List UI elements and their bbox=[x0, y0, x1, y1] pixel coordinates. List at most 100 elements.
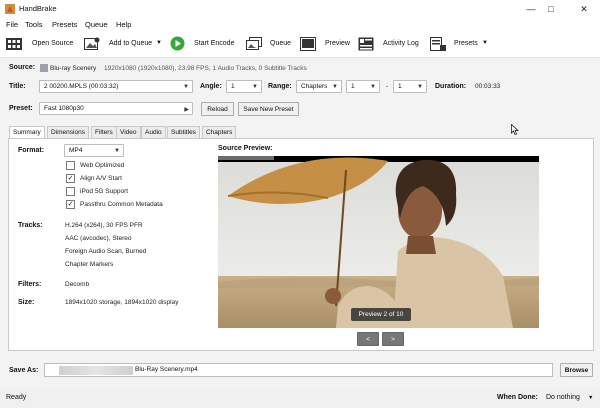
source-preview-image: Preview 2 of 10 bbox=[218, 156, 539, 328]
presets-dropdown-icon[interactable]: ▼ bbox=[482, 40, 488, 46]
filters-label: Filters: bbox=[18, 281, 42, 288]
source-label: Source: bbox=[9, 64, 36, 71]
chevron-down-icon: ▼ bbox=[332, 84, 338, 90]
ipod-5g-support-label: iPod 5G Support bbox=[80, 188, 129, 195]
tab-chapters[interactable]: Chapters bbox=[202, 126, 237, 138]
tracks-label: Tracks: bbox=[18, 222, 43, 229]
track-item: Chapter Markers bbox=[65, 261, 114, 268]
browse-button[interactable]: Browse bbox=[560, 363, 593, 377]
range-end-value: 1 bbox=[398, 83, 402, 90]
save-as-label: Save As: bbox=[9, 367, 39, 374]
chevron-down-icon: ▼ bbox=[417, 84, 423, 90]
next-preview-button[interactable]: > bbox=[382, 332, 404, 346]
save-as-input[interactable]: Blu-Ray Scenery.mp4 bbox=[44, 363, 553, 377]
preset-label: Preset: bbox=[9, 105, 33, 112]
preview-window-icon bbox=[300, 37, 316, 51]
duration-value: 00:03:33 bbox=[475, 83, 501, 90]
range-mode-dropdown[interactable]: Chapters ▼ bbox=[296, 80, 342, 93]
range-end-dropdown[interactable]: 1 ▼ bbox=[393, 80, 427, 93]
start-encode-label: Start Encode bbox=[194, 40, 235, 47]
angle-dropdown[interactable]: 1 ▼ bbox=[226, 80, 262, 93]
mouse-cursor-icon bbox=[511, 124, 519, 135]
maximize-button[interactable]: □ bbox=[536, 0, 566, 18]
status-text: Ready bbox=[6, 394, 27, 401]
tab-audio[interactable]: Audio bbox=[141, 126, 166, 138]
disc-icon bbox=[40, 64, 48, 72]
format-label: Format: bbox=[18, 147, 45, 154]
source-preview-label: Source Preview: bbox=[218, 145, 273, 152]
menu-help[interactable]: Help bbox=[116, 20, 131, 29]
preset-selector[interactable]: Fast 1080p30 ▶ bbox=[39, 102, 193, 115]
close-button[interactable]: ✕ bbox=[568, 0, 600, 18]
range-start-dropdown[interactable]: 1 ▼ bbox=[346, 80, 380, 93]
web-optimized-label: Web Optimized bbox=[80, 162, 125, 169]
preview-counter-badge: Preview 2 of 10 bbox=[351, 308, 411, 321]
presets-icon bbox=[430, 37, 446, 51]
title-value: 2 00200.MPLS (00:03:32) bbox=[44, 83, 119, 90]
checkmark-icon: ✓ bbox=[67, 175, 74, 182]
track-item: AAC (avcodec), Stereo bbox=[65, 235, 132, 242]
queue-label: Queue bbox=[270, 40, 292, 47]
source-details: 1920x1080 (1920x1080), 23.98 FPS, 1 Audi… bbox=[104, 65, 307, 72]
handbrake-logo-icon bbox=[5, 4, 15, 14]
size-label: Size: bbox=[18, 299, 35, 306]
preset-value: Fast 1080p30 bbox=[44, 105, 84, 112]
activity-log-label: Activity Log bbox=[383, 40, 419, 47]
add-to-queue-dropdown-icon[interactable]: ▼ bbox=[156, 40, 162, 46]
web-optimized-checkbox[interactable] bbox=[66, 161, 75, 170]
when-done-label: When Done: bbox=[497, 394, 538, 401]
range-label: Range: bbox=[268, 83, 292, 90]
filters-value: Decomb bbox=[65, 281, 90, 288]
close-icon: ✕ bbox=[580, 3, 588, 14]
add-image-icon bbox=[84, 37, 100, 50]
format-dropdown[interactable]: MP4 ▼ bbox=[64, 144, 124, 157]
blurred-path-mask bbox=[59, 366, 133, 375]
maximize-icon: □ bbox=[548, 4, 554, 14]
duration-label: Duration: bbox=[435, 83, 467, 90]
add-to-queue-label: Add to Queue bbox=[109, 40, 153, 47]
play-icon bbox=[170, 36, 185, 51]
reload-button[interactable]: Reload bbox=[201, 102, 234, 116]
checkmark-icon: ✓ bbox=[67, 201, 74, 208]
menu-file[interactable]: File bbox=[6, 20, 18, 29]
chevron-right-icon: ▶ bbox=[184, 107, 189, 113]
previous-preview-button[interactable]: < bbox=[357, 332, 379, 346]
ipod-5g-support-checkbox[interactable] bbox=[66, 187, 75, 196]
source-name: Blu-ray Scenery bbox=[50, 65, 97, 72]
window-title: HandBrake bbox=[19, 4, 57, 13]
passthru-metadata-label: Passthru Common Metadata bbox=[80, 201, 163, 208]
track-item: Foreign Audio Scan, Burned bbox=[65, 248, 147, 255]
format-value: MP4 bbox=[69, 147, 83, 154]
menu-presets[interactable]: Presets bbox=[52, 20, 77, 29]
film-strip-icon bbox=[6, 38, 22, 50]
align-av-start-checkbox[interactable]: ✓ bbox=[66, 174, 75, 183]
open-source-label: Open Source bbox=[32, 40, 74, 47]
preview-label: Preview bbox=[325, 40, 350, 47]
angle-label: Angle: bbox=[200, 83, 222, 90]
angle-value: 1 bbox=[231, 83, 235, 90]
tab-subtitles[interactable]: Subtitles bbox=[167, 126, 200, 138]
chevron-down-icon: ▼ bbox=[183, 84, 189, 90]
menu-tools[interactable]: Tools bbox=[25, 20, 43, 29]
queue-icon bbox=[246, 37, 262, 50]
range-separator: - bbox=[386, 83, 389, 90]
range-start-value: 1 bbox=[351, 83, 355, 90]
tab-filters[interactable]: Filters bbox=[91, 126, 117, 138]
tab-dimensions[interactable]: Dimensions bbox=[47, 126, 89, 138]
title-label: Title: bbox=[9, 83, 26, 90]
passthru-metadata-checkbox[interactable]: ✓ bbox=[66, 200, 75, 209]
activity-log-icon bbox=[358, 37, 374, 51]
when-done-dropdown[interactable]: Do nothing bbox=[546, 394, 580, 401]
when-done-chevron-icon[interactable]: ▼ bbox=[588, 395, 593, 401]
chevron-down-icon: ▼ bbox=[114, 148, 120, 154]
save-as-filename: Blu-Ray Scenery.mp4 bbox=[135, 366, 198, 373]
tab-video[interactable]: Video bbox=[116, 126, 141, 138]
align-av-start-label: Align A/V Start bbox=[80, 175, 122, 182]
menu-queue[interactable]: Queue bbox=[85, 20, 108, 29]
track-item: H.264 (x264), 30 FPS PFR bbox=[65, 222, 143, 229]
save-new-preset-button[interactable]: Save New Preset bbox=[238, 102, 299, 116]
size-value: 1894x1020 storage, 1894x1020 display bbox=[65, 299, 179, 306]
range-mode-value: Chapters bbox=[301, 83, 328, 90]
title-dropdown[interactable]: 2 00200.MPLS (00:03:32) ▼ bbox=[39, 80, 193, 93]
chevron-down-icon: ▼ bbox=[370, 84, 376, 90]
